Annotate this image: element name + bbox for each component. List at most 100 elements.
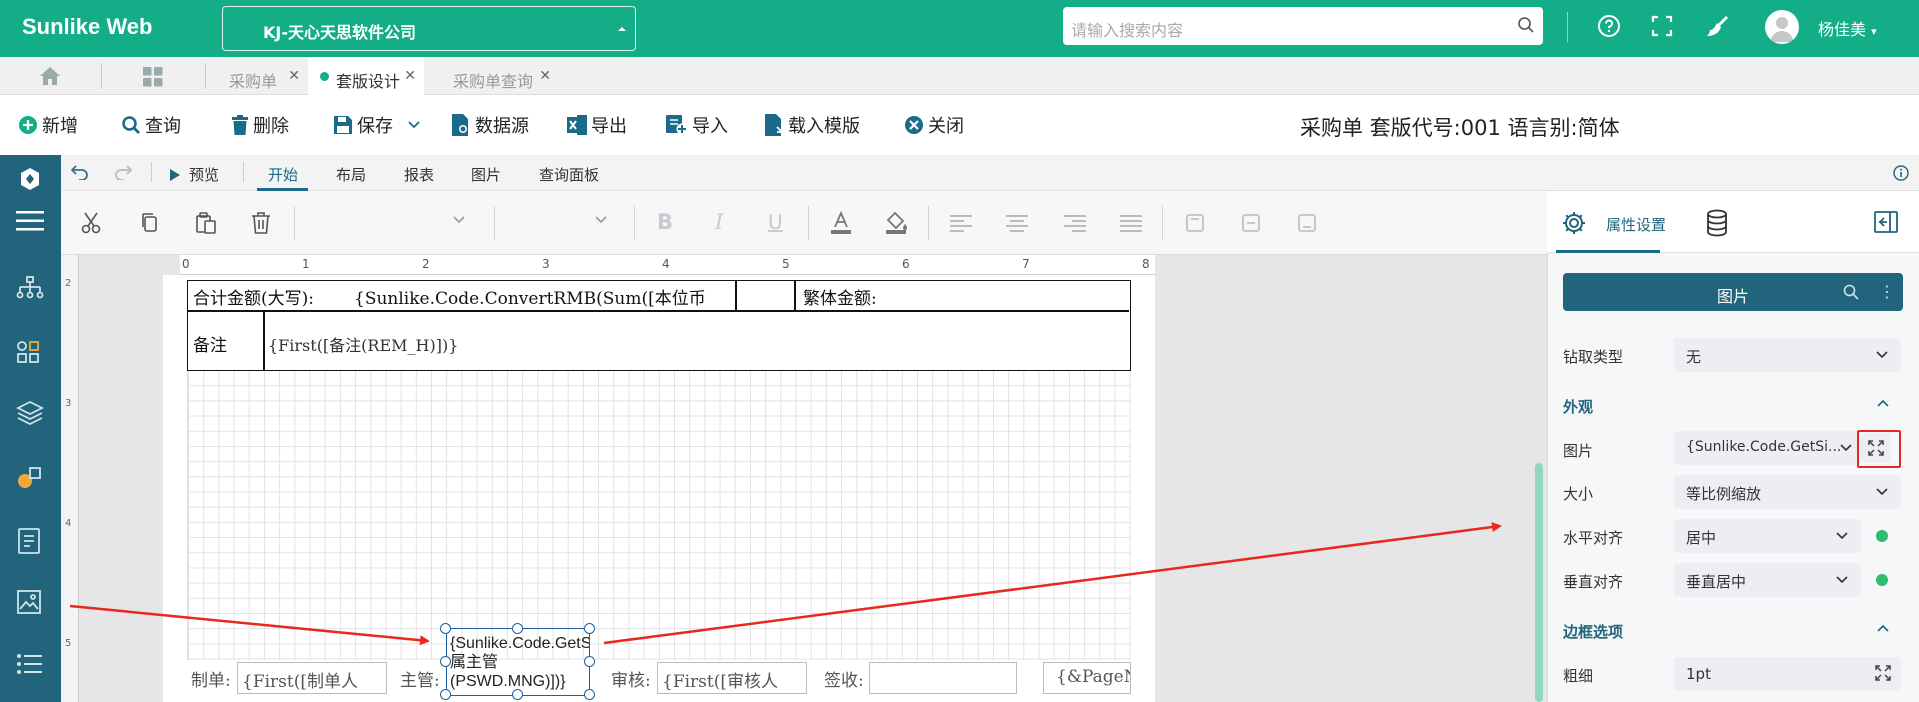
chevron-up-icon[interactable] bbox=[1876, 398, 1890, 408]
image-icon[interactable] bbox=[16, 589, 42, 615]
ribbon-tab-report[interactable]: 报表 bbox=[404, 164, 434, 185]
page-number-expression[interactable]: {&PageNu bbox=[1043, 662, 1131, 694]
resize-handle[interactable] bbox=[440, 689, 451, 700]
apps-grid-icon[interactable] bbox=[143, 67, 163, 87]
user-menu[interactable]: 杨佳美 ▾ bbox=[1818, 16, 1877, 40]
align-justify-icon[interactable] bbox=[1120, 214, 1142, 232]
components-icon[interactable] bbox=[16, 338, 44, 366]
menu-icon[interactable] bbox=[16, 210, 44, 232]
halign-select[interactable]: 居中 bbox=[1674, 519, 1861, 553]
home-icon[interactable] bbox=[39, 66, 61, 86]
org-chart-icon[interactable] bbox=[16, 275, 44, 299]
company-selector[interactable]: KJ-天心天思软件公司 bbox=[222, 6, 636, 51]
redo-icon[interactable] bbox=[114, 164, 132, 180]
shapes-icon[interactable] bbox=[16, 465, 44, 491]
resize-handle[interactable] bbox=[584, 689, 595, 700]
ribbon-tab-query-panel[interactable]: 查询面板 bbox=[539, 164, 599, 185]
font-color-icon[interactable] bbox=[830, 211, 852, 235]
object-type-bar[interactable]: 图片 ⋮ bbox=[1563, 273, 1903, 311]
selected-image-element[interactable]: {Sunlike.Code.GetSign([所属主管(PSWD.MNG)])} bbox=[446, 628, 590, 696]
valign-bottom-icon[interactable] bbox=[1297, 213, 1317, 233]
user-avatar[interactable] bbox=[1765, 10, 1799, 44]
database-icon[interactable] bbox=[1705, 209, 1729, 237]
total-amount-label[interactable]: 合计金额(大写): bbox=[193, 284, 314, 309]
tab-template-design[interactable]: 套版设计 ✕ bbox=[308, 57, 424, 95]
underline-icon[interactable]: U bbox=[768, 210, 783, 234]
tab-purchase-order[interactable]: 采购单 ✕ bbox=[206, 57, 308, 95]
undo-icon[interactable] bbox=[71, 164, 89, 180]
collapse-panel-icon[interactable] bbox=[1874, 211, 1898, 233]
settings-gear-icon[interactable] bbox=[1561, 210, 1587, 236]
receiver-field[interactable] bbox=[869, 662, 1017, 694]
valign-select[interactable]: 垂直居中 bbox=[1674, 563, 1861, 597]
new-button[interactable]: 新增 bbox=[18, 113, 78, 137]
search-icon[interactable] bbox=[1843, 284, 1859, 300]
auditor-expression[interactable]: {First([审核人 bbox=[657, 662, 807, 694]
resize-handle[interactable] bbox=[584, 656, 595, 667]
copy-icon[interactable] bbox=[140, 212, 160, 234]
more-vertical-icon[interactable]: ⋮ bbox=[1879, 282, 1895, 301]
remark-label[interactable]: 备注 bbox=[193, 331, 227, 356]
border-section-header[interactable]: 边框选项 bbox=[1563, 621, 1623, 642]
supervisor-label[interactable]: 主管: bbox=[396, 662, 446, 694]
cut-icon[interactable] bbox=[81, 212, 101, 234]
save-button[interactable]: 保存 bbox=[333, 113, 421, 137]
list-icon[interactable] bbox=[16, 653, 42, 675]
align-right-icon[interactable] bbox=[1064, 214, 1086, 232]
tab-property-settings[interactable]: 属性设置 bbox=[1606, 214, 1666, 235]
drill-type-select[interactable]: 无 bbox=[1674, 338, 1901, 372]
size-mode-select[interactable]: 等比例缩放 bbox=[1674, 475, 1901, 509]
resize-handle[interactable] bbox=[440, 656, 451, 667]
document-list-icon[interactable] bbox=[16, 527, 42, 555]
delete-button[interactable]: 删除 bbox=[231, 113, 289, 137]
chevron-down-icon[interactable] bbox=[407, 120, 421, 130]
italic-icon[interactable]: I bbox=[715, 210, 723, 234]
tab-purchase-query[interactable]: 采购单查询 ✕ bbox=[424, 57, 559, 95]
trad-amount-label[interactable]: 繁体金额: bbox=[803, 284, 877, 309]
font-family-select[interactable] bbox=[300, 211, 476, 235]
global-search-input[interactable]: 请输入搜索内容 bbox=[1063, 7, 1543, 45]
thickness-input[interactable]: 1pt bbox=[1674, 657, 1901, 691]
fill-color-icon[interactable] bbox=[885, 211, 909, 235]
close-icon[interactable]: ✕ bbox=[539, 68, 551, 84]
image-expression-select[interactable]: {Sunlike.Code.GetSi... bbox=[1674, 431, 1861, 465]
delete-icon[interactable] bbox=[251, 212, 271, 234]
close-icon[interactable]: ✕ bbox=[288, 68, 300, 84]
ribbon-tab-layout[interactable]: 布局 bbox=[336, 164, 366, 185]
font-size-select[interactable] bbox=[500, 211, 618, 235]
close-icon[interactable]: ✕ bbox=[404, 68, 416, 84]
info-icon[interactable] bbox=[1893, 165, 1909, 181]
ribbon-tab-image[interactable]: 图片 bbox=[471, 164, 501, 185]
total-amount-expression[interactable]: {Sunlike.Code.ConvertRMB(Sum([本位币 bbox=[354, 284, 730, 309]
maker-label[interactable]: 制单: bbox=[187, 662, 237, 694]
datasource-button[interactable]: 数据源 bbox=[451, 113, 529, 137]
layers-icon[interactable] bbox=[16, 400, 44, 426]
resize-handle[interactable] bbox=[512, 623, 523, 634]
load-template-button[interactable]: 载入模版 bbox=[764, 113, 860, 137]
valign-top-icon[interactable] bbox=[1185, 213, 1205, 233]
valign-middle-icon[interactable] bbox=[1241, 213, 1261, 233]
remark-expression[interactable]: {First([备注(REM_H)])} bbox=[268, 332, 458, 356]
canvas-scrollbar[interactable] bbox=[1535, 463, 1543, 702]
close-button[interactable]: 关闭 bbox=[904, 113, 964, 137]
resize-handle[interactable] bbox=[584, 623, 595, 634]
maker-expression[interactable]: {First([制单人 bbox=[237, 662, 387, 694]
expand-icon[interactable] bbox=[1875, 665, 1891, 681]
chevron-up-icon[interactable] bbox=[1876, 623, 1890, 633]
import-button[interactable]: 导入 bbox=[666, 113, 728, 137]
appearance-section-header[interactable]: 外观 bbox=[1563, 396, 1593, 417]
receiver-label[interactable]: 签收: bbox=[820, 662, 870, 694]
logo-hex-icon[interactable] bbox=[19, 167, 41, 191]
resize-handle[interactable] bbox=[440, 623, 451, 634]
broom-icon[interactable] bbox=[1704, 14, 1730, 38]
align-center-icon[interactable] bbox=[1006, 214, 1028, 232]
resize-handle[interactable] bbox=[512, 689, 523, 700]
ribbon-tab-home[interactable]: 开始 bbox=[268, 164, 298, 185]
query-button[interactable]: 查询 bbox=[121, 113, 181, 137]
auditor-label[interactable]: 审核: bbox=[607, 662, 657, 694]
search-icon[interactable] bbox=[1517, 16, 1535, 34]
help-icon[interactable] bbox=[1597, 14, 1621, 38]
fullscreen-icon[interactable] bbox=[1650, 14, 1674, 38]
bold-icon[interactable]: B bbox=[657, 210, 673, 234]
paste-icon[interactable] bbox=[195, 212, 217, 234]
